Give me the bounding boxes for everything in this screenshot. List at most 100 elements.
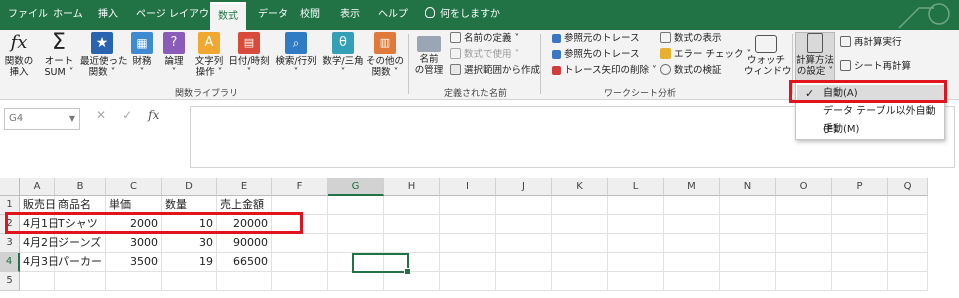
cell-i3[interactable]: [440, 234, 496, 253]
cell-b4[interactable]: パーカー: [55, 253, 106, 272]
cell-g3[interactable]: [328, 234, 384, 253]
name-box[interactable]: G4 ▼: [4, 108, 80, 130]
cell-q3[interactable]: [888, 234, 928, 253]
column-header-f[interactable]: F: [272, 178, 328, 196]
calculate-now-button[interactable]: 再計算実行: [840, 36, 902, 50]
chevron-down-icon[interactable]: ▼: [69, 109, 75, 129]
cell-o3[interactable]: [776, 234, 832, 253]
cell-f4[interactable]: [272, 253, 328, 272]
cell-n4[interactable]: [720, 253, 776, 272]
tab-help[interactable]: ヘルプ: [378, 0, 408, 30]
cell-h5[interactable]: [384, 272, 440, 291]
row-header-5[interactable]: 5: [0, 272, 20, 291]
cell-j1[interactable]: [496, 196, 552, 215]
trace-dependents-button[interactable]: 参照先のトレース: [552, 48, 640, 62]
math-trig-button[interactable]: θ 数学/三角 ˅: [320, 32, 366, 78]
cell-g5[interactable]: [328, 272, 384, 291]
menu-item-automatic-except-tables[interactable]: データ テーブル以外自動(E): [797, 103, 944, 135]
cell-d5[interactable]: [162, 272, 217, 291]
create-from-selection-button[interactable]: 選択範囲から作成: [450, 64, 540, 78]
tab-home[interactable]: ホーム: [53, 0, 83, 30]
cell-k2[interactable]: [552, 215, 608, 234]
cell-k4[interactable]: [552, 253, 608, 272]
cell-n1[interactable]: [720, 196, 776, 215]
row-header-3[interactable]: 3: [0, 234, 20, 253]
column-header-q[interactable]: Q: [888, 178, 928, 196]
tab-review[interactable]: 校閲: [300, 0, 320, 30]
column-header-a[interactable]: A: [20, 178, 55, 196]
recently-used-button[interactable]: ★ 最近使った 関数 ˅: [80, 32, 128, 78]
column-header-n[interactable]: N: [720, 178, 776, 196]
column-header-g[interactable]: G: [328, 178, 384, 196]
cell-p2[interactable]: [832, 215, 888, 234]
name-manager-button[interactable]: 名前 の管理: [412, 32, 446, 76]
cell-i2[interactable]: [440, 215, 496, 234]
column-header-l[interactable]: L: [608, 178, 664, 196]
cell-n2[interactable]: [720, 215, 776, 234]
cell-o5[interactable]: [776, 272, 832, 291]
cell-m4[interactable]: [664, 253, 720, 272]
cell-k1[interactable]: [552, 196, 608, 215]
cell-l4[interactable]: [608, 253, 664, 272]
define-name-button[interactable]: 名前の定義 ˅: [450, 32, 519, 46]
tab-insert[interactable]: 挿入: [98, 0, 118, 30]
remove-arrows-button[interactable]: トレース矢印の削除 ˅: [552, 64, 657, 78]
cell-p4[interactable]: [832, 253, 888, 272]
tell-me-search[interactable]: 何をしますか: [425, 0, 500, 30]
cell-j4[interactable]: [496, 253, 552, 272]
enter-icon[interactable]: ✓: [122, 108, 132, 122]
cell-o2[interactable]: [776, 215, 832, 234]
fx-icon[interactable]: fx: [148, 108, 159, 122]
text-button[interactable]: A 文字列 操作 ˅: [192, 32, 226, 78]
cell-h1[interactable]: [384, 196, 440, 215]
watch-window-button[interactable]: ウォッチ ウィンドウ: [744, 32, 792, 77]
cell-b5[interactable]: [55, 272, 106, 291]
column-header-b[interactable]: B: [55, 178, 106, 196]
evaluate-formula-button[interactable]: 数式の検証: [660, 64, 722, 78]
cell-o1[interactable]: [776, 196, 832, 215]
tab-formulas[interactable]: 数式: [210, 2, 246, 30]
cell-q5[interactable]: [888, 272, 928, 291]
autosum-button[interactable]: Σ オート SUM ˅: [42, 32, 76, 79]
insert-function-button[interactable]: fx 関数の 挿入: [4, 32, 34, 78]
cell-f3[interactable]: [272, 234, 328, 253]
cell-m2[interactable]: [664, 215, 720, 234]
cell-e3[interactable]: 90000: [217, 234, 272, 253]
column-header-j[interactable]: J: [496, 178, 552, 196]
column-header-k[interactable]: K: [552, 178, 608, 196]
cell-c4[interactable]: 3500: [106, 253, 162, 272]
column-header-p[interactable]: P: [832, 178, 888, 196]
cell-l2[interactable]: [608, 215, 664, 234]
cell-i4[interactable]: [440, 253, 496, 272]
cell-p1[interactable]: [832, 196, 888, 215]
cell-a5[interactable]: [20, 272, 55, 291]
column-header-i[interactable]: I: [440, 178, 496, 196]
lookup-reference-button[interactable]: ⌕ 検索/行列 ˅: [274, 32, 318, 78]
use-in-formula-button[interactable]: 数式で使用 ˅: [450, 48, 519, 62]
cell-q2[interactable]: [888, 215, 928, 234]
cell-f5[interactable]: [272, 272, 328, 291]
cell-a3[interactable]: 4月2日: [20, 234, 59, 253]
row-header-4[interactable]: 4: [0, 253, 20, 272]
cell-a4[interactable]: 4月3日: [20, 253, 59, 272]
tab-view[interactable]: 表示: [340, 0, 360, 30]
cell-p5[interactable]: [832, 272, 888, 291]
cell-p3[interactable]: [832, 234, 888, 253]
menu-item-manual[interactable]: 手動(M): [797, 121, 944, 139]
cell-q1[interactable]: [888, 196, 928, 215]
select-all-corner[interactable]: [0, 178, 20, 196]
cell-h2[interactable]: [384, 215, 440, 234]
more-functions-button[interactable]: ▥ その他の 関数 ˅: [366, 32, 404, 78]
calculation-options-button[interactable]: 計算方法 の設定 ˅: [795, 32, 835, 86]
cell-d3[interactable]: 30: [162, 234, 217, 253]
tab-data[interactable]: データ: [258, 0, 288, 30]
cell-g2[interactable]: [328, 215, 384, 234]
column-header-e[interactable]: E: [217, 178, 272, 196]
cell-l1[interactable]: [608, 196, 664, 215]
trace-precedents-button[interactable]: 参照元のトレース: [552, 32, 640, 46]
error-checking-button[interactable]: エラー チェック ˅: [660, 48, 751, 62]
tab-page-layout[interactable]: ページ レイアウト: [136, 0, 219, 30]
active-cell-g4[interactable]: [352, 253, 411, 275]
show-formulas-button[interactable]: 数式の表示: [660, 32, 722, 46]
cell-e5[interactable]: [217, 272, 272, 291]
